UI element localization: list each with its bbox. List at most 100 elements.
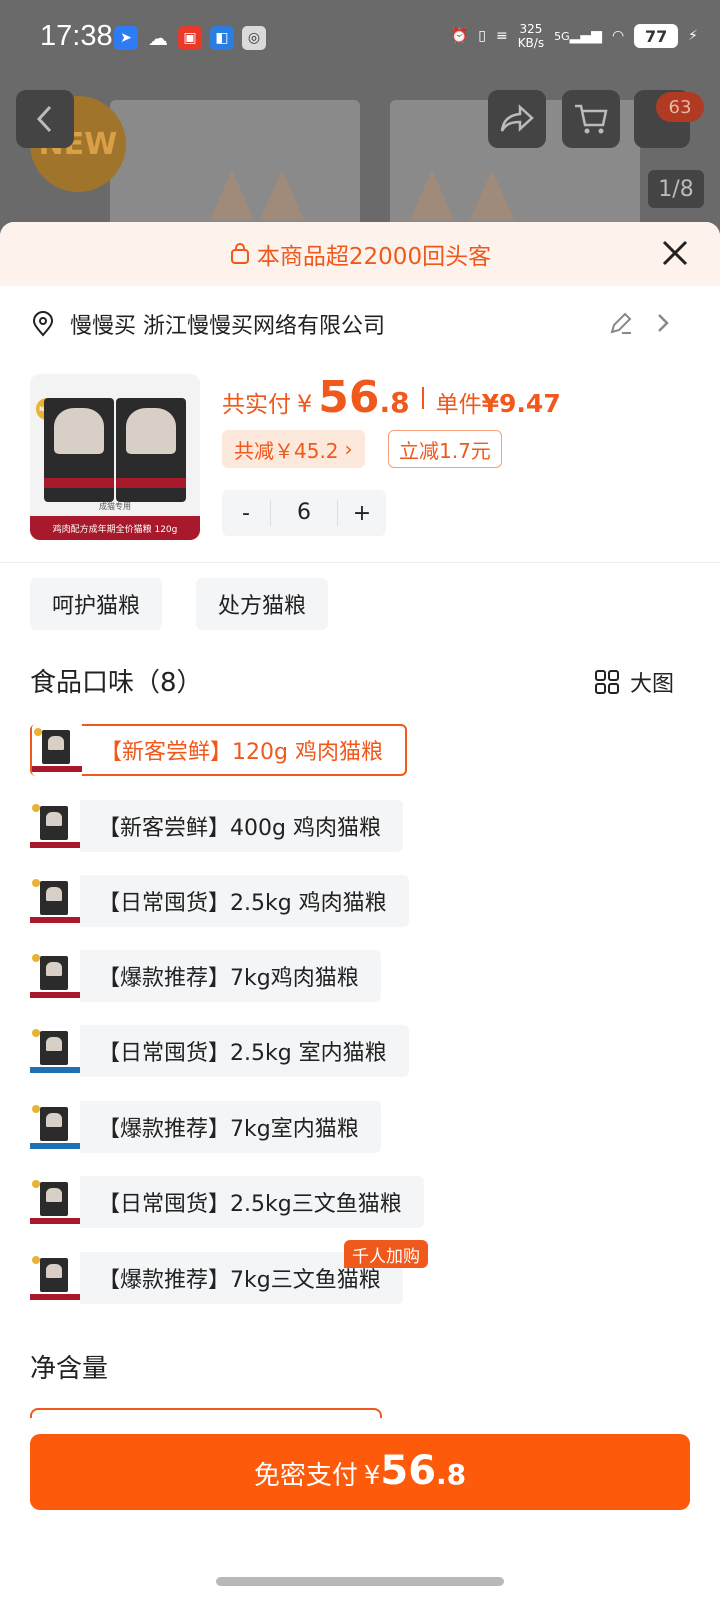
- app-notification-icon: ◧: [210, 26, 234, 50]
- increase-button[interactable]: +: [338, 501, 386, 526]
- wechat-icon: ☁: [148, 26, 168, 50]
- address-text: 慢慢买 浙江慢慢买网络有限公司: [70, 314, 385, 339]
- net-weight-section-title: 净含量: [30, 1354, 109, 1384]
- signal-icon: 5G▂▄▆: [554, 28, 602, 44]
- vibrate-icon: ▯: [478, 28, 486, 44]
- banner-text: 本商品超22000回头客: [256, 244, 492, 270]
- popular-tag: 千人加购: [344, 1240, 428, 1268]
- pack-image: [116, 398, 186, 502]
- cat-ear-shape: [410, 170, 454, 220]
- unit-price: ¥9.47: [481, 389, 561, 418]
- dewu-app-icon: ◎: [242, 26, 266, 50]
- cat-ear-shape: [260, 170, 304, 220]
- sku-selection-sheet: 本商品超22000回头客 慢慢买 浙江慢慢买网络有限公司 NEW 成猫专用 鸡肉…: [0, 222, 720, 1600]
- flavor-thumbnail: [30, 1101, 80, 1153]
- pack-subtitle: 成猫专用: [99, 502, 131, 511]
- network-speed-unit: KB/s: [517, 36, 545, 50]
- carrier-icon: ≡: [495, 28, 508, 44]
- pack-image: [44, 398, 114, 502]
- category-chip-care[interactable]: 呵护猫粮: [30, 578, 163, 630]
- big-image-view-toggle[interactable]: 大图: [594, 666, 674, 698]
- flavor-thumbnail: [30, 800, 80, 852]
- charging-icon: ⚡: [688, 28, 698, 44]
- category-chip-prescription[interactable]: 处方猫粮: [196, 578, 329, 630]
- pay-label: 免密支付: [253, 1461, 358, 1491]
- battery-indicator: 77: [634, 24, 679, 48]
- flavor-label: 【新客尝鲜】400g 鸡肉猫粮: [98, 816, 381, 841]
- flavor-thumbnail: [30, 1025, 80, 1077]
- wifi-icon: ◠: [611, 28, 625, 44]
- big-image-label: 大图: [629, 672, 674, 697]
- flavor-section-title: 食品口味（8）: [30, 668, 203, 698]
- quantity-value[interactable]: 6: [270, 500, 338, 526]
- flavor-thumbnail: [32, 724, 82, 776]
- flavor-thumbnail: [30, 1176, 80, 1228]
- price-divider: [421, 386, 424, 409]
- network-speed: 325 KB/s: [518, 22, 544, 50]
- flavor-label: 【爆款推荐】7kg室内猫粮: [98, 1117, 359, 1142]
- network-type: 5G: [554, 30, 570, 43]
- flavor-thumbnail: [30, 875, 80, 927]
- network-speed-value: 325: [519, 22, 543, 36]
- decrease-button[interactable]: -: [222, 501, 270, 526]
- edit-icon[interactable]: [608, 310, 634, 336]
- repeat-customer-banner: 本商品超22000回头客: [0, 222, 720, 286]
- back-button[interactable]: [16, 90, 74, 148]
- total-label: 共实付: [222, 392, 291, 418]
- pay-amount-integer: 56: [380, 1448, 437, 1494]
- flavor-label: 【新客尝鲜】120g 鸡肉猫粮: [100, 740, 383, 765]
- status-indicators: ⏰ ▯ ≡ 325 KB/s 5G▂▄▆ ◠ 77 ⚡: [451, 22, 698, 50]
- pay-amount-decimal: .8: [436, 1458, 467, 1491]
- flavor-option[interactable]: 【新客尝鲜】120g 鸡肉猫粮: [30, 724, 407, 776]
- flavor-label: 【日常囤货】2.5kg三文鱼猫粮: [98, 1192, 402, 1217]
- price-summary: 共实付 ¥ 56 .8 单件 ¥9.47: [222, 372, 561, 423]
- close-icon[interactable]: [658, 236, 692, 270]
- cart-count-badge: 63: [656, 92, 704, 122]
- total-saving-tag[interactable]: 共减￥45.2 ›: [222, 430, 365, 468]
- status-time: 17:38: [40, 20, 113, 52]
- cart-button[interactable]: [562, 90, 620, 148]
- net-weight-option[interactable]: [30, 1408, 382, 1418]
- total-price-integer: 56: [318, 372, 380, 423]
- direct-saving-tag: 立减1.7元: [388, 430, 502, 468]
- flavor-option[interactable]: 【日常囤货】2.5kg 室内猫粮: [30, 1025, 409, 1077]
- flavor-option[interactable]: 【爆款推荐】7kg鸡肉猫粮: [30, 950, 381, 1002]
- alarm-icon: ⏰: [450, 28, 469, 44]
- flavor-label: 【日常囤货】2.5kg 鸡肉猫粮: [98, 891, 387, 916]
- total-price-decimal: .8: [379, 386, 410, 419]
- share-button[interactable]: [488, 90, 546, 148]
- flavor-label: 【日常囤货】2.5kg 室内猫粮: [98, 1041, 387, 1066]
- flavor-option[interactable]: 【新客尝鲜】400g 鸡肉猫粮: [30, 800, 403, 852]
- currency-symbol: ¥: [297, 390, 313, 418]
- image-page-indicator: 1/8: [648, 170, 704, 208]
- pay-currency: ¥: [363, 1461, 381, 1491]
- chevron-right-icon: ›: [344, 437, 353, 461]
- cat-ear-shape: [210, 170, 254, 220]
- location-pin-icon: [32, 311, 54, 337]
- total-saving-text: 共减￥45.2: [234, 438, 339, 463]
- quantity-stepper: - 6 +: [222, 490, 386, 536]
- manmanmai-app-icon: ▣: [178, 26, 202, 50]
- flavor-option[interactable]: 【爆款推荐】7kg室内猫粮: [30, 1101, 381, 1153]
- flavor-thumbnail: [30, 950, 80, 1002]
- checkout-footer: 免密支付 ¥ 56 .8: [0, 1428, 720, 1600]
- share-icon: [500, 104, 534, 132]
- location-app-icon: ➤: [114, 26, 138, 50]
- chevron-right-icon[interactable]: [652, 310, 674, 336]
- flavor-option[interactable]: 【日常囤货】2.5kg三文鱼猫粮: [30, 1176, 424, 1228]
- chevron-left-icon: [36, 105, 52, 133]
- home-indicator[interactable]: [216, 1577, 504, 1586]
- flavor-option[interactable]: 【日常囤货】2.5kg 鸡肉猫粮: [30, 875, 409, 927]
- product-thumbnail[interactable]: NEW 成猫专用 鸡肉配方成年期全价猫粮 120g: [30, 374, 200, 540]
- flavor-label: 【爆款推荐】7kg鸡肉猫粮: [98, 966, 359, 991]
- cart-icon: [575, 104, 608, 134]
- password-free-pay-button[interactable]: 免密支付 ¥ 56 .8: [30, 1434, 690, 1510]
- notification-icons: ➤ ☁ ▣ ◧ ◎: [114, 26, 266, 50]
- grid-icon: [594, 670, 619, 694]
- unit-label: 单件: [435, 392, 482, 418]
- cat-ear-shape: [470, 170, 514, 220]
- shopping-bag-icon: [230, 243, 249, 264]
- product-ribbon: 鸡肉配方成年期全价猫粮 120g: [30, 516, 200, 540]
- flavor-thumbnail: [30, 1252, 80, 1304]
- divider: [0, 562, 720, 563]
